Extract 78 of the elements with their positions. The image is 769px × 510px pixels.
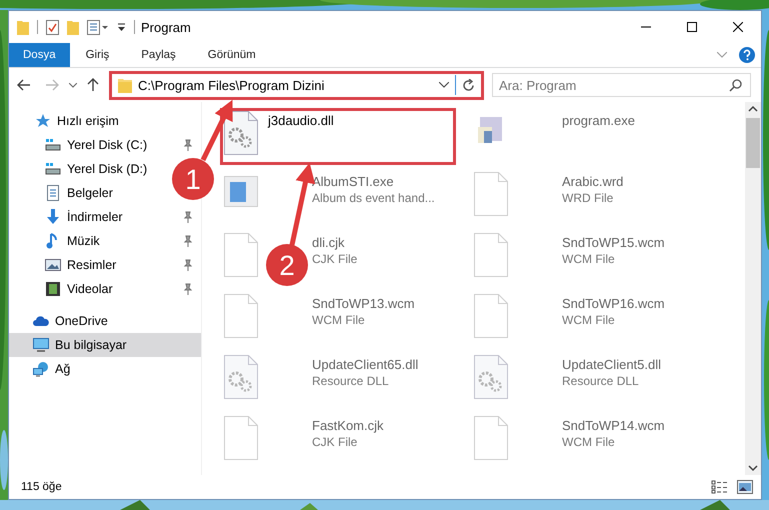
close-icon bbox=[733, 22, 743, 32]
sidebar-item[interactable]: Videolar bbox=[45, 281, 113, 297]
sidebar-item[interactable]: Yerel Disk (C:) bbox=[45, 137, 148, 153]
ribbon-tab[interactable]: Giriş bbox=[70, 43, 126, 67]
search-icon[interactable] bbox=[729, 79, 742, 92]
back-icon[interactable] bbox=[17, 79, 31, 91]
network-icon bbox=[33, 361, 49, 377]
file-name[interactable]: FastKom.cjk bbox=[312, 418, 384, 433]
item-count: 115 öğe bbox=[21, 481, 63, 493]
sidebar-item[interactable]: Müzik bbox=[45, 233, 100, 249]
sidebar-item[interactable]: Bu bilgisayar bbox=[33, 337, 127, 353]
pin-icon[interactable] bbox=[183, 235, 193, 247]
file-type: Resource DLL bbox=[312, 374, 390, 388]
checklist-icon[interactable] bbox=[46, 20, 59, 34]
arrow bbox=[200, 100, 233, 162]
download-icon bbox=[45, 209, 61, 225]
file-name[interactable]: program.exe bbox=[562, 113, 635, 128]
dropdown-icon[interactable] bbox=[69, 82, 77, 88]
sidebar-item[interactable]: Ağ bbox=[33, 361, 70, 377]
document-icon bbox=[45, 185, 61, 201]
file-type: WRD File bbox=[562, 191, 614, 205]
callout-badge: 1 bbox=[172, 158, 214, 200]
help-icon[interactable] bbox=[739, 47, 755, 63]
scrollbar[interactable] bbox=[745, 102, 761, 475]
up-icon[interactable] bbox=[87, 78, 99, 92]
address-bar[interactable]: C:\Program Files\Program Dizini bbox=[109, 70, 484, 100]
sidebar-item[interactable]: OneDrive bbox=[33, 313, 108, 329]
details-view-icon[interactable] bbox=[711, 480, 729, 494]
file-name[interactable]: UpdateClient65.dll bbox=[312, 357, 418, 372]
file-type: WCM File bbox=[562, 435, 616, 449]
file-name[interactable]: SndToWP15.wcm bbox=[562, 235, 665, 250]
gear-file-icon[interactable] bbox=[224, 111, 258, 156]
chevron-icon[interactable] bbox=[717, 52, 727, 58]
file-name[interactable]: SndToWP13.wcm bbox=[312, 296, 415, 311]
large-icons-view-icon[interactable] bbox=[737, 480, 753, 494]
sidebar-item[interactable]: Belgeler bbox=[45, 185, 113, 201]
file-item[interactable]: j3daudio.dll bbox=[220, 108, 456, 165]
file-name[interactable]: UpdateClient5.dll bbox=[562, 357, 662, 372]
refresh-icon[interactable] bbox=[462, 78, 475, 92]
film-icon bbox=[45, 281, 61, 297]
drive-icon bbox=[45, 161, 61, 177]
monitor-icon bbox=[33, 337, 49, 353]
file-type: Album ds event hand... bbox=[312, 191, 435, 205]
file-name[interactable]: j3daudio.dll bbox=[268, 113, 334, 128]
star-icon bbox=[35, 113, 51, 129]
search-field[interactable]: Ara: Program bbox=[492, 73, 751, 97]
pin-icon[interactable] bbox=[183, 283, 193, 295]
dropdown-icon[interactable] bbox=[439, 82, 449, 88]
file-type: WCM File bbox=[562, 313, 616, 327]
file-type: CJK File bbox=[312, 252, 358, 266]
properties-icon[interactable] bbox=[87, 20, 109, 34]
maximize-icon bbox=[687, 22, 697, 32]
scroll-thumb[interactable] bbox=[746, 118, 760, 168]
file-name[interactable]: SndToWP16.wcm bbox=[562, 296, 665, 311]
file-type: WCM File bbox=[562, 252, 616, 266]
ribbon-tab[interactable]: Dosya bbox=[9, 43, 70, 67]
drive-icon bbox=[45, 137, 61, 153]
file-type: WCM File bbox=[312, 313, 366, 327]
sidebar-item[interactable]: Yerel Disk (D:) bbox=[45, 161, 148, 177]
sidebar-item[interactable]: Resimler bbox=[45, 257, 116, 273]
sidebar-item[interactable]: İndirmeler bbox=[45, 209, 123, 225]
file-type: CJK File bbox=[312, 435, 358, 449]
file-name[interactable]: SndToWP14.wcm bbox=[562, 418, 665, 433]
file-name[interactable]: AlbumSTI.exe bbox=[312, 174, 435, 189]
file-type: Resource DLL bbox=[562, 374, 640, 388]
picture-frame-icon bbox=[45, 257, 61, 273]
ribbon-tab[interactable]: Paylaş bbox=[125, 43, 192, 67]
pin-icon[interactable] bbox=[183, 139, 193, 151]
sidebar-item[interactable]: Hızlı erişim bbox=[35, 113, 119, 129]
file-name[interactable]: Arabic.wrd bbox=[562, 174, 624, 189]
file-name[interactable]: dli.cjk bbox=[312, 235, 358, 250]
folder-icon bbox=[118, 77, 132, 93]
pin-icon[interactable] bbox=[183, 211, 193, 223]
ribbon-tab[interactable]: Görünüm bbox=[192, 43, 272, 67]
window-title: Program bbox=[141, 20, 192, 34]
pin-icon[interactable] bbox=[183, 259, 193, 271]
customize-icon[interactable] bbox=[117, 22, 126, 32]
callout-badge: 2 bbox=[266, 244, 308, 286]
